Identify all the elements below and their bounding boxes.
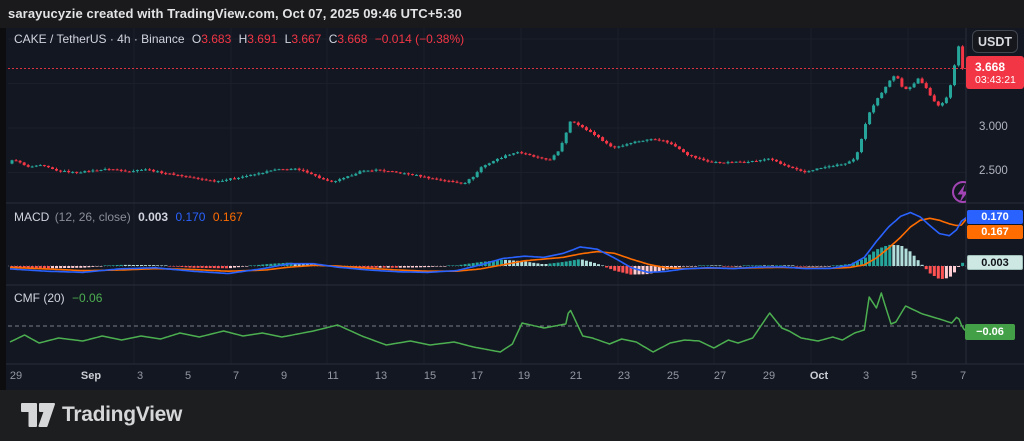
ohlc-change: −0.014 (−0.38%) [375,32,464,46]
price-scale-label: 3.000 [972,121,1024,133]
ohlc-high-value: 3.691 [247,32,277,46]
ohlc-open-label: O [192,32,201,46]
macd-hist-value: 0.003 [138,210,168,224]
time-axis[interactable]: 29 Sep 3 5 7 9 11 13 15 17 19 21 23 25 27 29 Oct 3 5 7 [6,364,1024,390]
time-tick-label: 17 [471,370,483,382]
macd-name: MACD [14,210,49,224]
time-tick-label: 7 [233,370,239,382]
ohlc-high-label: H [239,32,248,46]
chart-canvas[interactable] [6,28,1024,390]
time-tick-label: 5 [911,370,917,382]
attribution-text: sarayucyzie created with TradingView.com… [8,6,462,21]
last-price-value: 3.668 [975,60,1005,74]
time-tick-label: 23 [618,370,630,382]
macd-legend[interactable]: MACD (12, 26, close) 0.003 0.170 0.167 [14,210,247,224]
time-tick-label: 5 [185,370,191,382]
tradingview-logo-icon[interactable] [19,401,57,429]
tradingview-wordmark[interactable]: TradingView [62,403,182,427]
flash-icon [951,180,974,203]
footer-band: TradingView [0,390,1024,441]
macd-line-badge: 0.170 [967,210,1023,224]
time-tick-label: Oct [810,370,828,382]
tradingview-snapshot: sarayucyzie created with TradingView.com… [0,0,1024,441]
symbol-legend[interactable]: CAKE / TetherUS · 4h · Binance O3.683 H3… [14,32,468,46]
macd-line-value: 0.170 [175,210,205,224]
ohlc-open-value: 3.683 [201,32,231,46]
macd-params: (12, 26, close) [55,210,131,224]
macd-signal-badge: 0.167 [967,225,1023,239]
cmf-value: −0.06 [72,291,102,305]
attribution-band: sarayucyzie created with TradingView.com… [0,0,1024,28]
cmf-badge: −0.06 [965,324,1015,340]
currency-toggle-button[interactable]: USDT [972,30,1018,53]
time-tick-label: 21 [570,370,582,382]
bar-countdown: 03:43:21 [975,74,1016,86]
time-tick-label: 19 [518,370,530,382]
time-tick-label: 15 [424,370,436,382]
time-tick-label: 3 [137,370,143,382]
last-price-badge: 3.668 03:43:21 [966,56,1024,89]
ohlc-close-value: 3.668 [337,32,367,46]
time-tick-label: 29 [763,370,775,382]
cmf-legend[interactable]: CMF (20) −0.06 [14,291,106,305]
time-tick-label: 7 [960,370,966,382]
time-tick-label: 3 [863,370,869,382]
chart-widget[interactable]: CAKE / TetherUS · 4h · Binance O3.683 H3… [6,28,1024,390]
time-tick-label: 13 [375,370,387,382]
time-tick-label: 9 [281,370,287,382]
symbol-title: CAKE / TetherUS · 4h · Binance [14,32,185,46]
cmf-name: CMF (20) [14,291,65,305]
time-tick-label: 11 [327,370,338,382]
time-tick-label: 27 [714,370,726,382]
macd-signal-value: 0.167 [213,210,243,224]
time-tick-label: Sep [81,370,101,382]
macd-hist-badge: 0.003 [967,255,1023,270]
time-tick-label: 25 [667,370,679,382]
time-tick-label: 29 [10,370,22,382]
ohlc-low-value: 3.667 [291,32,321,46]
price-scale-label: 2.500 [972,165,1024,177]
